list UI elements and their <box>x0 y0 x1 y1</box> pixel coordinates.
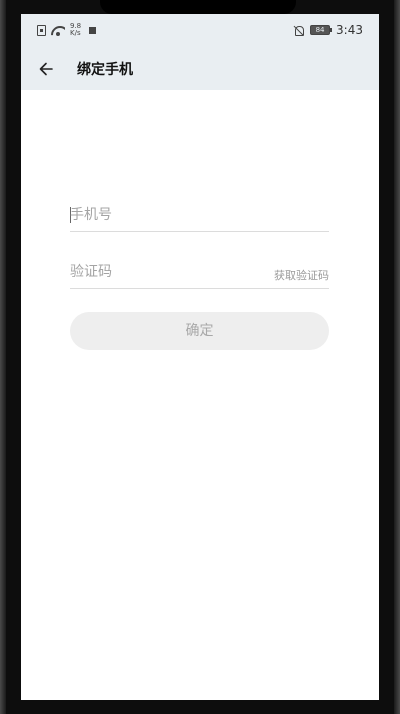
status-left: 9.8 K/s <box>37 23 97 37</box>
phone-field <box>70 196 329 232</box>
page-title: 绑定手机 <box>77 62 133 78</box>
get-code-button[interactable]: 获取验证码 <box>274 267 329 283</box>
status-right: 84 3:43 <box>293 23 363 37</box>
frame-edge-right <box>394 0 400 714</box>
wifi-icon <box>51 25 65 36</box>
phone-input[interactable] <box>70 202 260 228</box>
status-clock: 3:43 <box>336 23 363 37</box>
code-field: 获取验证码 <box>70 253 329 289</box>
phone-frame: 9.8 K/s 84 3:43 绑定手机 手机号 验证码 获取验证码 确定 <box>0 0 400 714</box>
net-speed: 9.8 K/s <box>70 23 81 37</box>
camera-notch <box>100 0 296 14</box>
net-speed-unit: K/s <box>70 29 81 37</box>
notification-square-icon <box>89 26 97 34</box>
frame-edge-left <box>0 0 6 714</box>
sim-card-icon <box>37 24 46 36</box>
back-button[interactable] <box>33 56 59 82</box>
back-arrow-icon <box>39 62 53 76</box>
battery-icon: 84 <box>310 25 333 35</box>
verification-code-input[interactable] <box>70 259 260 285</box>
status-bar: 9.8 K/s 84 3:43 <box>21 14 379 48</box>
app-bar: 绑定手机 <box>21 48 379 90</box>
screen: 9.8 K/s 84 3:43 绑定手机 手机号 验证码 获取验证码 确定 <box>21 14 379 700</box>
bell-off-icon <box>293 25 305 36</box>
confirm-button[interactable]: 确定 <box>70 312 329 350</box>
